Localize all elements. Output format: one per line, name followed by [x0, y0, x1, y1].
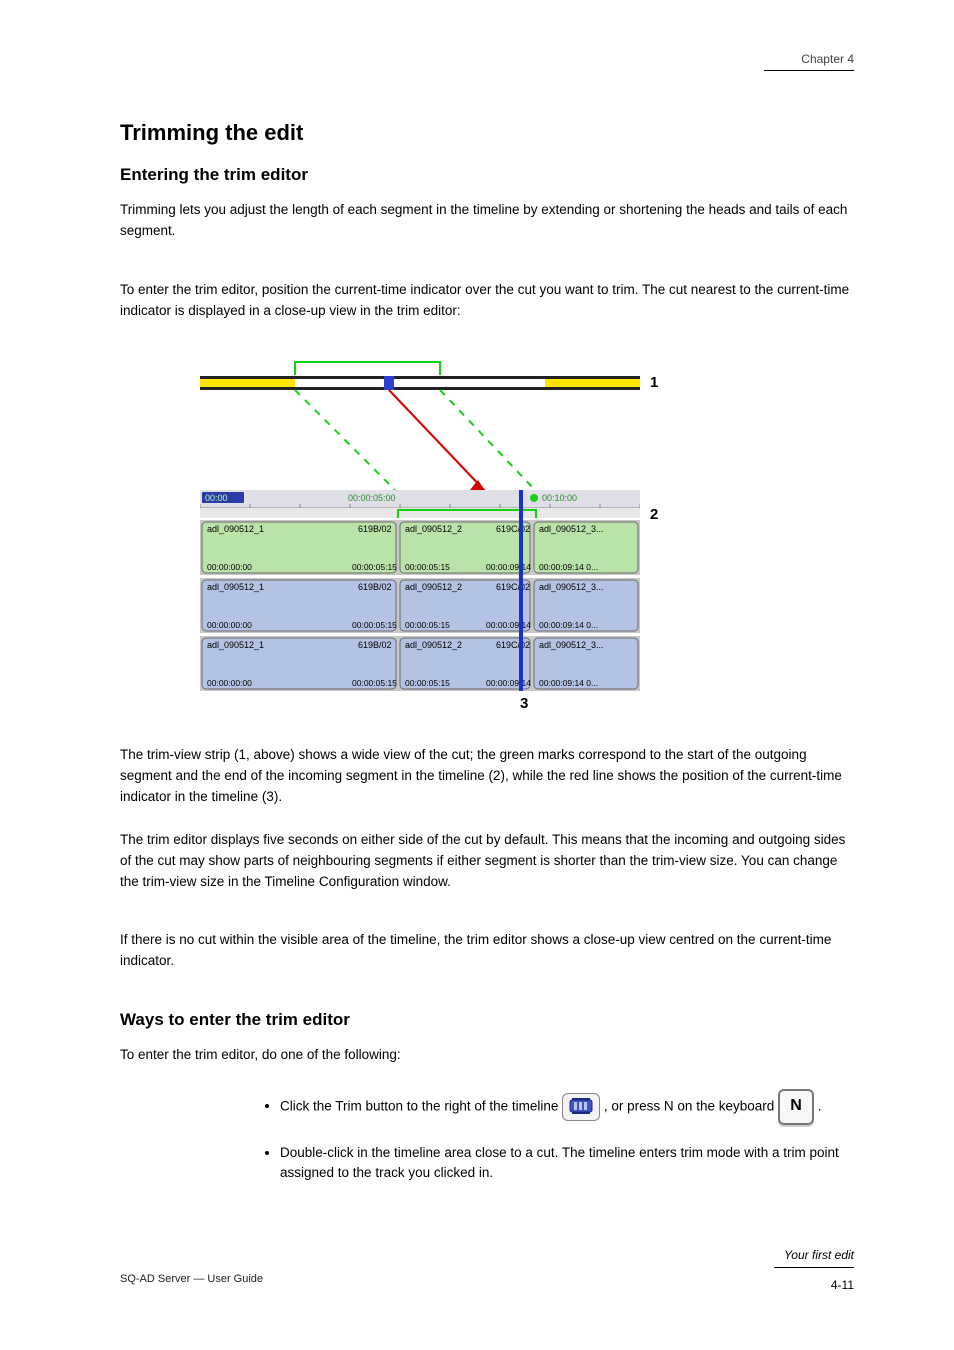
section-title: Trimming the edit	[120, 120, 303, 146]
bullet-text: Click the Trim button to the right of th…	[280, 1098, 562, 1113]
playhead-arrow	[389, 390, 486, 492]
svg-text:00:00:05:15: 00:00:05:15	[352, 562, 397, 572]
footer-section-title: Your first edit	[784, 1248, 854, 1262]
svg-text:adl_090512_2: adl_090512_2	[405, 524, 462, 534]
svg-text:619B/02: 619B/02	[358, 640, 392, 650]
svg-text:00:00:05:15: 00:00:05:15	[405, 620, 450, 630]
svg-text:00:00:09:14: 00:00:09:14	[486, 562, 531, 572]
svg-text:00:00:05:15: 00:00:05:15	[352, 678, 397, 688]
bullet-text: .	[818, 1098, 822, 1113]
trim-button-icon	[562, 1093, 600, 1121]
svg-text:00:00:05:15: 00:00:05:15	[405, 678, 450, 688]
playhead-line	[519, 490, 523, 691]
callout-2: 2	[650, 506, 658, 523]
subheading-enter-trim: Entering the trim editor	[120, 165, 308, 185]
svg-text:adl_090512_3...: adl_090512_3...	[539, 524, 604, 534]
header-chapter: Chapter 4	[801, 52, 854, 66]
keycap-n: N	[778, 1089, 814, 1125]
svg-text:619C/02: 619C/02	[496, 640, 530, 650]
footer-rule	[774, 1267, 854, 1268]
svg-text:adl_090512_1: adl_090512_1	[207, 582, 264, 592]
svg-text:00:00:09:14: 00:00:09:14	[486, 620, 531, 630]
bullet-list: Click the Trim button to the right of th…	[240, 1089, 854, 1203]
footer-doc-title: SQ-AD Server — User Guide	[120, 1273, 263, 1285]
svg-text:adl_090512_2: adl_090512_2	[405, 640, 462, 650]
paragraph-intro: Trimming lets you adjust the length of e…	[120, 200, 854, 242]
ruler-t1: 00:00:05:00	[348, 493, 396, 503]
svg-text:00:00:00:00: 00:00:00:00	[207, 562, 252, 572]
svg-text:adl_090512_3...: adl_090512_3...	[539, 640, 604, 650]
bullet-text: , or press N on the keyboard	[604, 1098, 778, 1113]
svg-text:00:00:09:14 0...: 00:00:09:14 0...	[539, 562, 598, 572]
svg-text:00:00:09:14 0...: 00:00:09:14 0...	[539, 678, 598, 688]
paragraph-no-cut: If there is no cut within the visible ar…	[120, 930, 854, 972]
svg-text:00:00:05:15: 00:00:05:15	[352, 620, 397, 630]
bullet-trim-button: Click the Trim button to the right of th…	[280, 1089, 854, 1125]
svg-text:adl_090512_1: adl_090512_1	[207, 640, 264, 650]
trim-strip	[200, 362, 640, 390]
svg-text:619C/02: 619C/02	[496, 582, 530, 592]
ruler-t0: 00:00	[205, 493, 228, 503]
svg-text:adl_090512_2: adl_090512_2	[405, 582, 462, 592]
svg-text:619B/02: 619B/02	[358, 524, 392, 534]
header-rule	[764, 70, 854, 71]
svg-text:00:00:09:14 0...: 00:00:09:14 0...	[539, 620, 598, 630]
footer-page-number: 4-11	[831, 1278, 854, 1292]
paragraph-do-one: To enter the trim editor, do one of the …	[120, 1045, 854, 1066]
svg-text:00:00:05:15: 00:00:05:15	[405, 562, 450, 572]
svg-text:619B/02: 619B/02	[358, 582, 392, 592]
callout-3: 3	[520, 695, 528, 712]
svg-text:adl_090512_1: adl_090512_1	[207, 524, 264, 534]
bullet-doubleclick: Double-click in the timeline area close …	[280, 1143, 854, 1185]
paragraph-five-seconds: The trim editor displays five seconds on…	[120, 830, 854, 893]
svg-text:adl_090512_3...: adl_090512_3...	[539, 582, 604, 592]
paragraph-enter: To enter the trim editor, position the c…	[120, 280, 854, 322]
svg-text:00:00:00:00: 00:00:00:00	[207, 678, 252, 688]
paragraph-caption: The trim-view strip (1, above) shows a w…	[120, 745, 854, 808]
ruler-t2: 00:10:00	[542, 493, 577, 503]
subheading-ways: Ways to enter the trim editor	[120, 1010, 350, 1030]
svg-text:00:00:09:14: 00:00:09:14	[486, 678, 531, 688]
svg-text:619C/02: 619C/02	[496, 524, 530, 534]
svg-text:00:00:00:00: 00:00:00:00	[207, 620, 252, 630]
track-row: adl_090512_1 619B/02 adl_090512_2 619C/0…	[200, 520, 640, 691]
callout-1: 1	[650, 374, 658, 391]
trim-diagram: 00:00 00:00:05:00 00:10:00 adl_090512	[200, 340, 640, 720]
